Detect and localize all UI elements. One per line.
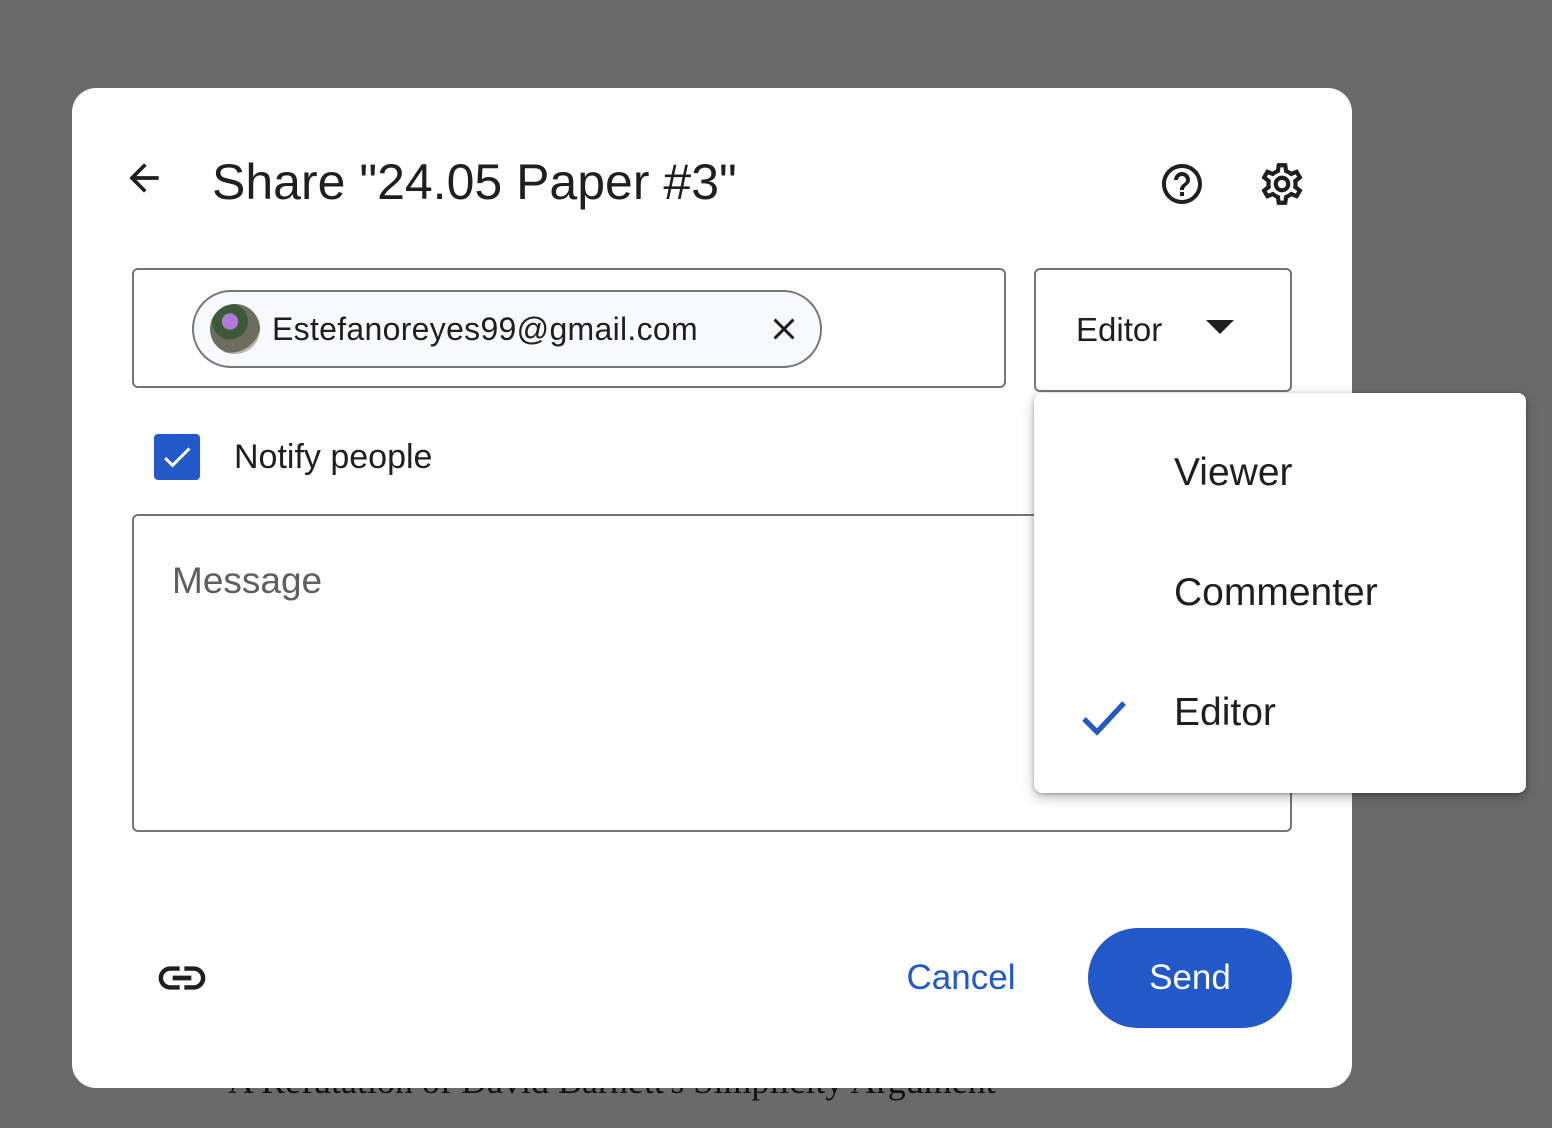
caret-down-icon	[1206, 320, 1234, 334]
notify-people-row: Notify people	[154, 434, 432, 480]
role-menu-item-label: Viewer	[1174, 451, 1293, 494]
role-menu-item-label: Commenter	[1174, 571, 1378, 614]
role-menu: Viewer Commenter Editor	[1034, 393, 1526, 793]
help-circle-icon	[1162, 164, 1202, 204]
checkmark-icon	[164, 447, 191, 468]
notify-people-checkbox[interactable]	[154, 434, 200, 480]
recipient-email: Estefanoreyes99@gmail.com	[272, 310, 698, 347]
role-menu-item-viewer[interactable]: Viewer	[1034, 413, 1526, 533]
avatar	[210, 304, 260, 354]
arrow-back-icon	[129, 163, 159, 193]
role-menu-item-editor[interactable]: Editor	[1034, 653, 1526, 773]
dialog-title: Share "24.05 Paper #3"	[212, 154, 737, 210]
notify-people-label: Notify people	[234, 437, 433, 476]
checkmark-icon	[1082, 701, 1126, 736]
people-input[interactable]: Estefanoreyes99@gmail.com	[132, 268, 1006, 388]
remove-recipient-button[interactable]	[762, 307, 806, 351]
message-placeholder: Message	[172, 560, 323, 601]
link-icon	[158, 966, 206, 990]
role-menu-item-commenter[interactable]: Commenter	[1034, 533, 1526, 653]
recipient-chip[interactable]: Estefanoreyes99@gmail.com	[192, 290, 822, 368]
role-menu-item-label: Editor	[1174, 691, 1276, 734]
cancel-button[interactable]: Cancel	[892, 938, 1030, 1018]
role-dropdown-value: Editor	[1076, 311, 1163, 348]
help-button[interactable]	[1152, 154, 1212, 214]
close-icon	[773, 318, 795, 340]
send-button[interactable]: Send	[1088, 928, 1292, 1028]
role-dropdown[interactable]: Editor	[1034, 268, 1292, 392]
back-button[interactable]	[116, 150, 172, 206]
copy-link-button[interactable]	[150, 950, 214, 1006]
settings-button[interactable]	[1252, 154, 1312, 214]
gear-icon	[1261, 163, 1303, 205]
